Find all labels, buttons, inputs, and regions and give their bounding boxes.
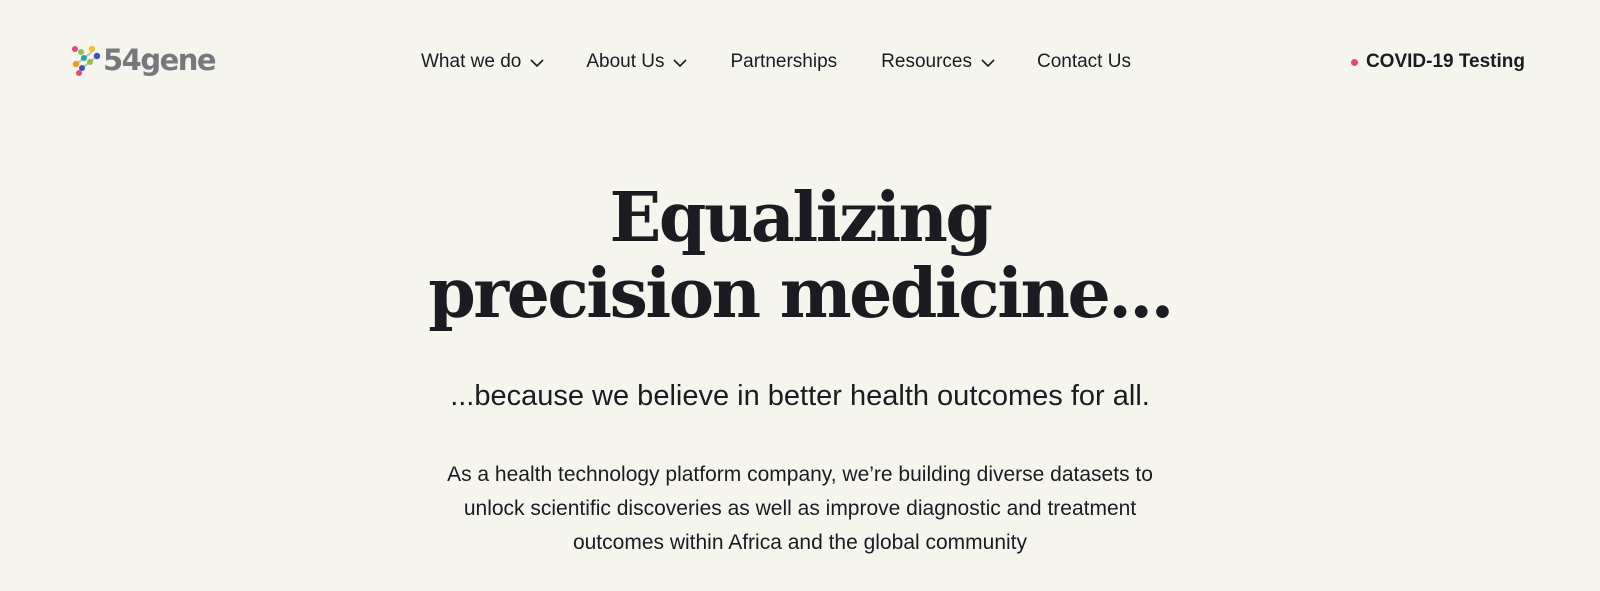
chevron-down-icon (530, 59, 544, 68)
page: 54gene What we do About Us Partnerships … (0, 0, 1600, 591)
nav-item-label: Partnerships (730, 51, 838, 72)
hero-subtitle: ...because we believe in better health o… (450, 380, 1150, 412)
nav-item-what-we-do[interactable]: What we do (421, 51, 544, 73)
hero-description-line-2: unlock scientific discoveries as well as… (463, 497, 1137, 520)
status-dot-icon (1350, 58, 1358, 66)
nav-item-partnerships[interactable]: Partnerships (730, 51, 837, 73)
hero-title-line-1: Equalizing (609, 178, 993, 258)
hero-title-line-2: precision medicine... (428, 254, 1174, 334)
hero-description-line-3: outcomes within Africa and the global co… (572, 531, 1028, 554)
nav-item-label: What we do (421, 51, 522, 72)
chevron-down-icon (673, 59, 688, 68)
brand-logo-link[interactable]: 54gene (70, 43, 217, 77)
chevron-down-icon (981, 59, 995, 68)
nav-item-label: Resources (881, 51, 972, 72)
covid-testing-label: COVID-19 Testing (1365, 51, 1525, 72)
molecule-dots-logo-icon (72, 45, 101, 76)
nav-item-label: About Us (586, 51, 665, 72)
nav-item-label: Contact Us (1036, 51, 1131, 72)
nav-item-resources[interactable]: Resources (881, 51, 995, 73)
site-header: 54gene What we do About Us Partnerships … (0, 0, 1600, 124)
hero-title: Equalizing precision medicine... (0, 180, 1600, 332)
covid-testing-link[interactable]: COVID-19 Testing (1350, 48, 1525, 76)
hero-description: As a health technology platform company,… (400, 458, 1200, 560)
main-nav: What we do About Us Partnerships Resourc… (421, 48, 1131, 76)
hero-description-line-1: As a health technology platform company,… (447, 463, 1153, 486)
nav-item-about-us[interactable]: About Us (586, 51, 688, 73)
nav-item-contact-us[interactable]: Contact Us (1037, 51, 1131, 73)
brand-name: 54gene (103, 43, 217, 77)
